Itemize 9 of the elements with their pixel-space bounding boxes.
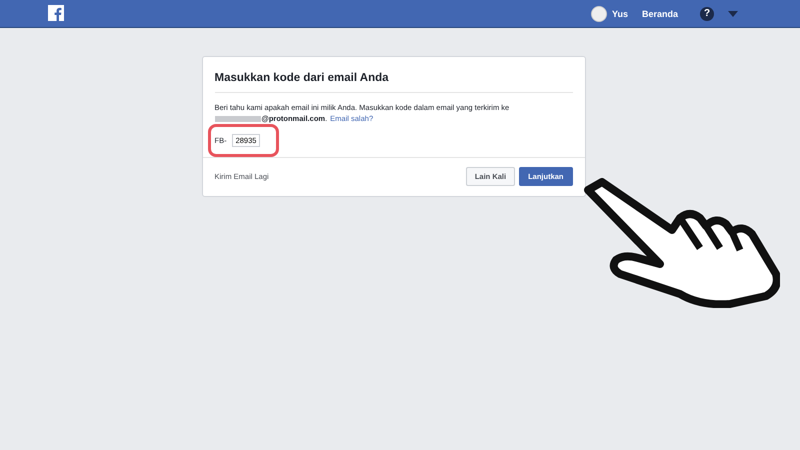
logo-icon[interactable]: [48, 5, 64, 21]
blurred-text: [214, 116, 260, 122]
user-name: Yus: [612, 8, 628, 18]
home-link[interactable]: Beranda: [642, 8, 678, 18]
dialog-title: Masukkan kode dari email Anda: [214, 57, 572, 93]
caret-icon[interactable]: [728, 10, 738, 16]
avatar-icon: [590, 6, 607, 22]
help-button[interactable]: ?: [700, 6, 714, 20]
profile-link[interactable]: Yus: [590, 6, 628, 22]
